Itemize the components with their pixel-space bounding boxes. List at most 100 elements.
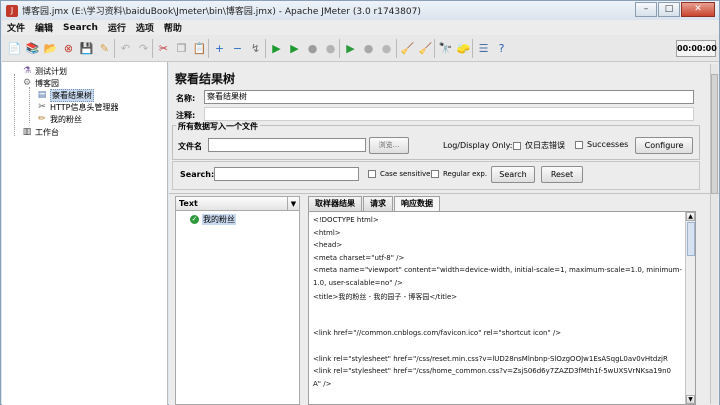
toggle-icon[interactable]: ↯	[247, 40, 264, 57]
tab-response-data[interactable]: 响应数据	[394, 196, 440, 211]
start-icon[interactable]: ▶	[268, 40, 285, 57]
scroll-thumb[interactable]	[687, 222, 695, 256]
result-item-label: 我的粉丝	[202, 214, 236, 225]
cut-icon[interactable]: ✂	[155, 40, 172, 57]
successes-label: Successes	[587, 140, 629, 149]
name-field[interactable]: 察看结果树	[204, 90, 694, 104]
comment-field[interactable]	[204, 107, 694, 121]
menu-file[interactable]: 文件	[2, 21, 30, 34]
scroll-thumb[interactable]	[711, 74, 718, 194]
configure-button[interactable]: Configure	[635, 137, 693, 154]
tree-item-label: HTTP信息头管理器	[50, 102, 119, 112]
search-button[interactable]: Search	[491, 166, 535, 183]
jmeter-window: J 博客园.jmx (E:\学习资料\baiduBook\Jmeter\bin\…	[0, 0, 720, 405]
checkbox-box[interactable]	[513, 141, 521, 150]
remote-start-icon[interactable]: ▶	[342, 40, 359, 57]
function-helper-icon[interactable]: ☰	[475, 40, 492, 57]
clear-all-icon[interactable]: 🧹	[417, 40, 434, 57]
menu-help[interactable]: 帮助	[159, 21, 187, 34]
http-sampler-icon: ✏	[38, 114, 46, 124]
filename-field[interactable]	[208, 138, 366, 152]
tree-item-thread-group[interactable]: ⚙ 博客园	[22, 77, 59, 89]
checkbox-box[interactable]	[575, 140, 583, 149]
minimize-button[interactable]: –	[635, 2, 657, 17]
toolbar-separator	[434, 39, 435, 58]
save-as-icon[interactable]: ✎	[96, 40, 113, 57]
toolbar-separator	[472, 39, 473, 58]
tab-sampler-result[interactable]: 取样器结果	[308, 196, 362, 211]
result-item[interactable]: ✓ 我的粉丝	[190, 214, 236, 225]
panel-scrollbar[interactable]	[710, 64, 718, 404]
title-bar[interactable]: J 博客园.jmx (E:\学习资料\baiduBook\Jmeter\bin\…	[1, 1, 719, 20]
checkbox-box[interactable]	[368, 170, 376, 178]
shutdown-icon[interactable]: ●	[322, 40, 339, 57]
tree-item-label: 博客园	[35, 78, 59, 88]
test-plan-icon: ⚗	[22, 66, 32, 76]
remote-shutdown-icon[interactable]: ●	[378, 40, 395, 57]
tree-item-header-manager[interactable]: ✂ HTTP信息头管理器	[37, 101, 118, 113]
search-icon[interactable]: 🔭	[437, 40, 454, 57]
paste-icon[interactable]: 📋	[191, 40, 208, 57]
browse-button[interactable]: 浏览...	[369, 137, 409, 154]
response-line: A" />	[313, 379, 332, 388]
result-renderer-select[interactable]: Text ▼	[176, 197, 299, 211]
toolbar-separator	[152, 39, 153, 58]
checkbox-box[interactable]	[431, 170, 439, 178]
scroll-down-icon[interactable]: ▼	[686, 395, 695, 404]
chevron-down-icon[interactable]: ▼	[287, 197, 299, 210]
menu-edit[interactable]: 编辑	[30, 21, 58, 34]
undo-icon[interactable]: ↶	[117, 40, 134, 57]
collapse-icon[interactable]: −	[229, 40, 246, 57]
panel-title: 察看结果树	[175, 72, 236, 86]
remote-stop-icon[interactable]: ●	[360, 40, 377, 57]
viewer-scrollbar[interactable]: ▲ ▼	[685, 212, 695, 404]
response-line: <link rel="stylesheet" href="/css/reset.…	[313, 354, 668, 363]
name-label: 名称:	[176, 94, 196, 103]
reset-button[interactable]: Reset	[541, 166, 583, 183]
close-window-button[interactable]: ✕	[681, 2, 715, 17]
case-sensitive-checkbox[interactable]: Case sensitive	[368, 170, 430, 178]
copy-icon[interactable]: ❐	[173, 40, 190, 57]
regex-checkbox[interactable]: Regular exp.	[431, 170, 487, 178]
stop-icon[interactable]: ●	[304, 40, 321, 57]
menu-options[interactable]: 选项	[131, 21, 159, 34]
write-to-file-title: 所有数据写入一个文件	[176, 121, 260, 132]
successes-checkbox[interactable]: Successes	[575, 140, 628, 149]
save-icon[interactable]: 💾	[78, 40, 95, 57]
search-input[interactable]	[214, 167, 359, 181]
results-tree-icon: ▤	[37, 90, 47, 100]
maximize-button[interactable]: □	[658, 2, 680, 17]
toolbar-separator	[339, 39, 340, 58]
help-icon[interactable]: ?	[493, 40, 510, 57]
toolbar-separator	[396, 39, 397, 58]
response-data-viewer[interactable]: ▲ ▼ <!DOCTYPE html> <html> <head> <meta ch…	[308, 211, 696, 405]
open-icon[interactable]: 📂	[42, 40, 59, 57]
reset-search-icon[interactable]: 🧽	[455, 40, 472, 57]
tree-item-http-sampler[interactable]: ✏ 我的粉丝	[37, 113, 82, 125]
results-tree-panel: 察看结果树 名称: 察看结果树 注释: 所有数据写入一个文件 文件名 浏览...…	[169, 62, 719, 405]
close-icon[interactable]: ⊗	[60, 40, 77, 57]
tab-request[interactable]: 请求	[363, 196, 393, 211]
menu-search[interactable]: Search	[58, 23, 103, 33]
start-no-pause-icon[interactable]: ▶	[286, 40, 303, 57]
toolbar: 00:00:00 📄 📚 📂 ⊗ 💾 ✎ ↶ ↷ ✂ ❐ 📋 + − ↯ ▶ ▶ ● ● ▶ ● ● 🧹 🧹 🔭 🧽 ☰?	[2, 35, 719, 62]
redo-icon[interactable]: ↷	[135, 40, 152, 57]
new-icon[interactable]: 📄	[6, 40, 23, 57]
comment-label: 注释:	[176, 111, 196, 120]
tree-item-workbench[interactable]: ▥ 工作台	[22, 126, 59, 138]
tree-item-test-plan[interactable]: ⚗ 测试计划	[22, 65, 67, 77]
tree-item-results-tree[interactable]: ▤ 察看结果树	[37, 88, 94, 102]
renderer-label: Text	[179, 199, 198, 208]
templates-icon[interactable]: 📚	[24, 40, 41, 57]
clear-icon[interactable]: 🧹	[399, 40, 416, 57]
toolbar-separator	[265, 39, 266, 58]
header-manager-icon: ✂	[38, 102, 46, 112]
errors-only-checkbox[interactable]: 仅日志错误	[513, 140, 565, 151]
errors-only-label: 仅日志错误	[525, 141, 565, 150]
filename-label: 文件名	[178, 142, 202, 151]
scroll-up-icon[interactable]: ▲	[686, 212, 695, 221]
window-title: 博客园.jmx (E:\学习资料\baiduBook\Jmeter\bin\博客…	[22, 7, 421, 17]
expand-icon[interactable]: +	[211, 40, 228, 57]
thread-group-icon: ⚙	[22, 78, 32, 88]
menu-run[interactable]: 运行	[103, 21, 131, 34]
